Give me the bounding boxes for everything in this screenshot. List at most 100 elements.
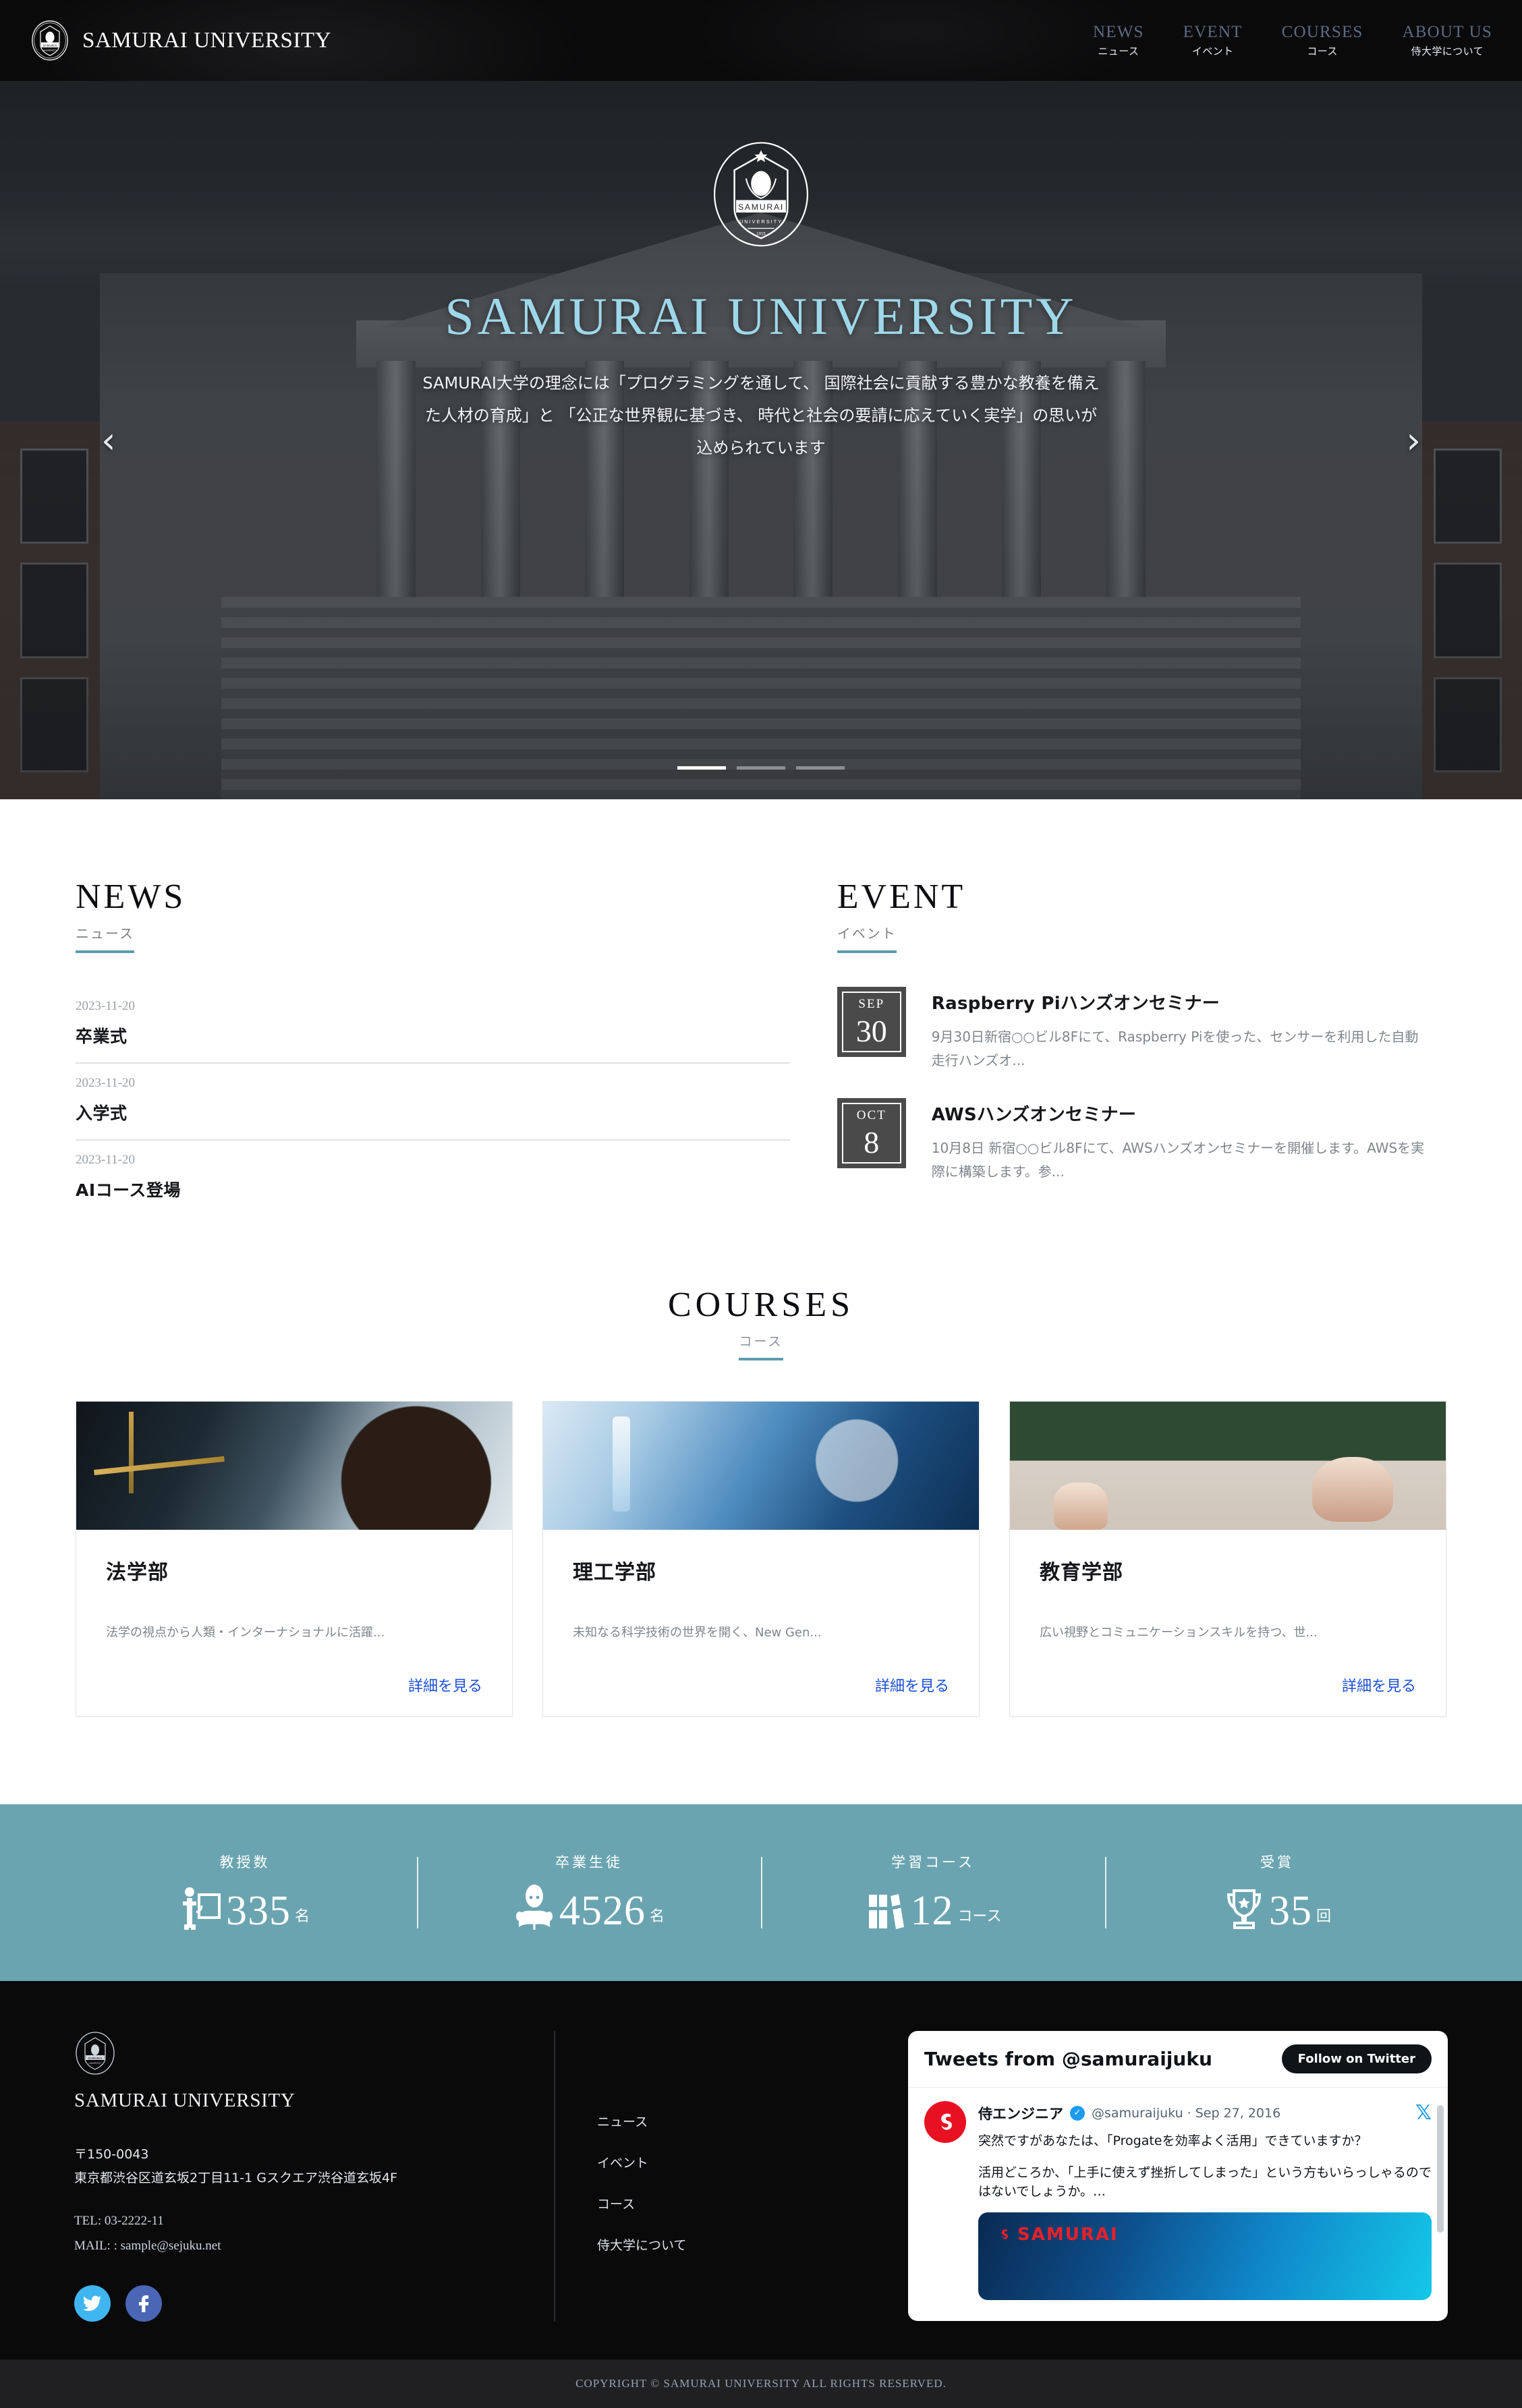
twitter-widget-title: Tweets from @samuraijuku bbox=[924, 2048, 1212, 2071]
footer-postal-code: 〒150-0043 bbox=[74, 2147, 149, 2162]
footer-nav-event[interactable]: イベント bbox=[597, 2153, 884, 2171]
footer-telephone[interactable]: TEL: 03-2222-11 bbox=[74, 2209, 527, 2233]
course-card-more-link[interactable]: 詳細を見る bbox=[408, 1678, 482, 1695]
course-card-description: 法学の視点から人類・インターナショナルに活躍... bbox=[106, 1625, 385, 1640]
hero-crest-year: 1915 bbox=[756, 231, 766, 236]
brand-name: SAMURAI UNIVERSITY bbox=[82, 28, 332, 53]
carousel-indicators bbox=[677, 766, 845, 770]
twitter-avatar[interactable] bbox=[924, 2101, 966, 2144]
news-item-date: 2023-11-20 bbox=[76, 998, 135, 1013]
stat-unit: 名 bbox=[294, 1908, 310, 1926]
carousel-indicator-3[interactable] bbox=[796, 766, 845, 770]
hero-carousel: SAMURAI UNIVERSITY 1915 SAMURAI UNIVERSI… bbox=[0, 81, 1522, 799]
hero-title: SAMURAI UNIVERSITY bbox=[445, 287, 1077, 345]
teacher-board-icon bbox=[182, 1887, 221, 1930]
brand-logo-link[interactable]: SAMURAI UNIVERSITY SAMURAI UNIVERSITY bbox=[31, 20, 331, 61]
event-list-item[interactable]: OCT 8 AWSハンズオンセミナー 10月8日 新宿○○ビル8Fにて、AWSハ… bbox=[837, 1097, 1428, 1184]
news-heading-jp: ニュース bbox=[76, 923, 134, 953]
nav-item-news-en: NEWS bbox=[1093, 22, 1144, 41]
event-date-badge: SEP 30 bbox=[837, 986, 906, 1057]
carousel-next-arrow-icon[interactable]: › bbox=[1406, 419, 1421, 461]
statistics-bar: 教授数 335 名 卒業生徒 4526 名 学習コース 12 コース 受賞 35… bbox=[0, 1804, 1522, 1982]
stat-value: 4526 bbox=[559, 1888, 646, 1934]
event-title: AWSハンズオンセミナー bbox=[931, 1104, 1137, 1125]
course-card-image-science bbox=[543, 1401, 979, 1530]
carousel-indicator-2[interactable] bbox=[737, 766, 785, 770]
stat-awards: 受賞 35 回 bbox=[1105, 1852, 1449, 1934]
event-text: 10月8日 新宿○○ビル8Fにて、AWSハンズオンセミナーを開催します。AWSを… bbox=[931, 1139, 1425, 1180]
books-icon bbox=[868, 1894, 904, 1930]
crest-icon: SAMURAI UNIVERSITY bbox=[32, 20, 68, 61]
tweet-text-line-2: 活用どころか、「上手に使えず挫折してしまった」という方もいらっしゃるのではないで… bbox=[978, 2165, 1432, 2200]
site-header: SAMURAI UNIVERSITY SAMURAI UNIVERSITY NE… bbox=[0, 0, 1522, 81]
event-heading-en: EVENT bbox=[837, 878, 966, 916]
twitter-icon[interactable] bbox=[74, 2285, 111, 2322]
carousel-indicator-1[interactable] bbox=[677, 766, 726, 770]
news-item-date: 2023-11-20 bbox=[76, 1152, 135, 1167]
tweet-handle-date: @samuraijuku · Sep 27, 2016 bbox=[1092, 2105, 1281, 2121]
course-card-more-link[interactable]: 詳細を見る bbox=[1342, 1678, 1416, 1695]
event-text: 9月30日新宿○○ビル8Fにて、Raspberry Piを使った、センサーを利用… bbox=[931, 1028, 1419, 1068]
trophy-icon bbox=[1227, 1889, 1261, 1930]
site-footer: SAMURAI UNIVERSITY SAMURAI UNIVERSITY 〒1… bbox=[0, 1981, 1522, 2359]
courses-section: COURSES コース 法学部 法学の視点から人類・インターナショナルに活躍..… bbox=[0, 1243, 1522, 1805]
news-item-title: AIコース登場 bbox=[76, 1180, 181, 1200]
nav-item-event[interactable]: EVENT イベント bbox=[1183, 23, 1243, 59]
courses-heading: COURSES コース bbox=[0, 1285, 1522, 1360]
svg-text:SAMURAI: SAMURAI bbox=[88, 2057, 103, 2060]
news-item-title: 入学式 bbox=[76, 1103, 128, 1123]
tweet-text-line-1: 突然ですがあなたは、「Progateを効率よく活用」できていますか？ bbox=[978, 2133, 1368, 2149]
stat-courses: 学習コース 12 コース bbox=[761, 1852, 1105, 1932]
carousel-prev-arrow-icon[interactable]: ‹ bbox=[101, 419, 116, 461]
hero-crest-sub: UNIVERSITY bbox=[739, 219, 783, 225]
news-list-item[interactable]: 2023-11-20 AIコース登場 bbox=[76, 1141, 790, 1216]
nav-item-about[interactable]: ABOUT US 侍大学について bbox=[1403, 23, 1492, 59]
svg-text:UNIVERSITY: UNIVERSITY bbox=[43, 49, 57, 52]
nav-item-courses-en: COURSES bbox=[1281, 22, 1363, 41]
courses-heading-en: COURSES bbox=[667, 1285, 855, 1324]
footer-navigation: ニュース イベント コース 侍大学について bbox=[554, 2031, 884, 2322]
footer-nav-courses[interactable]: コース bbox=[597, 2194, 884, 2212]
follow-on-twitter-button[interactable]: Follow on Twitter bbox=[1281, 2044, 1432, 2074]
course-card-title: 法学部 bbox=[106, 1560, 169, 1584]
event-heading-jp: イベント bbox=[837, 923, 897, 953]
footer-twitter-area: Tweets from @samuraijuku Follow on Twitt… bbox=[884, 2031, 1448, 2322]
event-month: OCT bbox=[856, 1108, 886, 1122]
course-card[interactable]: 理工学部 未知なる科学技術の世界を開く、New Gen... 詳細を見る bbox=[542, 1400, 980, 1717]
course-card-more-link[interactable]: 詳細を見る bbox=[875, 1678, 949, 1695]
stat-label: 受賞 bbox=[1260, 1854, 1294, 1871]
nav-item-news[interactable]: NEWS ニュース bbox=[1093, 23, 1144, 59]
student-book-icon bbox=[515, 1885, 553, 1930]
stat-value: 335 bbox=[225, 1888, 291, 1934]
twitter-widget-scrollbar[interactable] bbox=[1437, 2105, 1444, 2310]
course-card-description: 未知なる科学技術の世界を開く、New Gen... bbox=[573, 1625, 822, 1640]
course-card[interactable]: 教育学部 広い視野とコミュニケーションスキルを持つ、世... 詳細を見る bbox=[1009, 1400, 1446, 1717]
hero-description: SAMURAI大学の理念には「プログラミングを通して、 国際社会に貢献する豊かな… bbox=[422, 374, 1100, 457]
event-list-item[interactable]: SEP 30 Raspberry Piハンズオンセミナー 9月30日新宿○○ビル… bbox=[837, 986, 1428, 1072]
verified-badge-icon: ✓ bbox=[1070, 2105, 1085, 2121]
footer-nav-about[interactable]: 侍大学について bbox=[597, 2235, 884, 2254]
courses-heading-jp: コース bbox=[739, 1331, 783, 1360]
news-item-title: 卒業式 bbox=[76, 1026, 128, 1046]
course-card[interactable]: 法学部 法学の視点から人類・インターナショナルに活躍... 詳細を見る bbox=[76, 1400, 513, 1717]
news-item-date: 2023-11-20 bbox=[76, 1075, 135, 1090]
event-section: EVENT イベント SEP 30 Raspberry Piハンズオンセミナー … bbox=[837, 878, 1522, 1216]
footer-nav-news[interactable]: ニュース bbox=[597, 2112, 884, 2130]
nav-item-about-en: ABOUT US bbox=[1402, 22, 1492, 41]
tweet-link-card[interactable]: SAMURAI bbox=[978, 2212, 1432, 2300]
stat-label: 卒業生徒 bbox=[555, 1854, 623, 1871]
tweet-account-name[interactable]: 侍エンジニア bbox=[978, 2103, 1063, 2123]
event-day: 8 bbox=[864, 1124, 880, 1159]
nav-item-event-en: EVENT bbox=[1183, 22, 1243, 41]
main-navigation: NEWS ニュース EVENT イベント COURSES コース ABOUT U… bbox=[1093, 23, 1495, 59]
event-title: Raspberry Piハンズオンセミナー bbox=[931, 993, 1220, 1014]
nav-item-courses-jp: コース bbox=[1307, 45, 1338, 58]
stat-value: 35 bbox=[1268, 1888, 1312, 1934]
footer-email[interactable]: MAIL: : sample@sejuku.net bbox=[74, 2234, 527, 2258]
nav-item-courses[interactable]: COURSES コース bbox=[1282, 23, 1363, 59]
facebook-icon[interactable] bbox=[125, 2285, 162, 2322]
news-list-item[interactable]: 2023-11-20 卒業式 bbox=[76, 987, 790, 1064]
stat-label: 教授数 bbox=[219, 1854, 271, 1871]
news-list-item[interactable]: 2023-11-20 入学式 bbox=[76, 1064, 790, 1141]
tweet-card-logo: SAMURAI bbox=[978, 2212, 1119, 2245]
